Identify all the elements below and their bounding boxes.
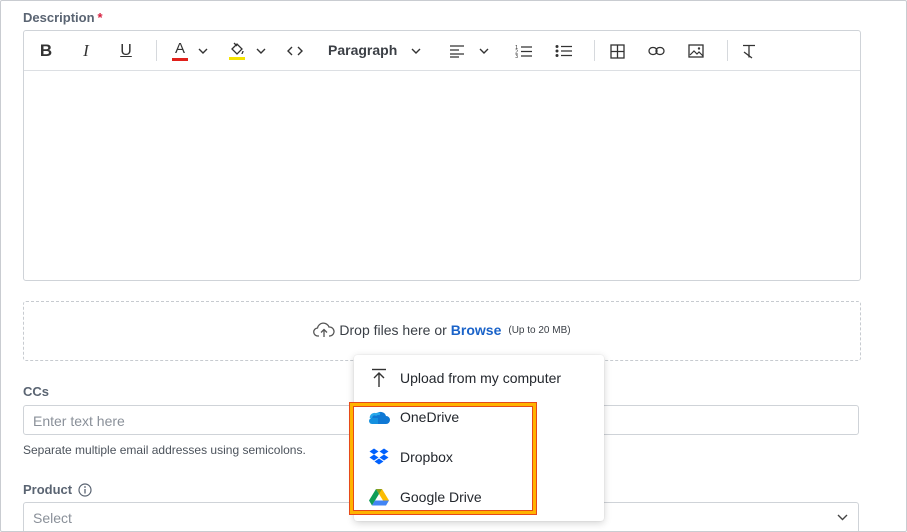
ccs-placeholder: Enter text here [33,413,125,429]
menu-item-upload-computer[interactable]: Upload from my computer [354,363,604,393]
link-button[interactable] [646,39,666,63]
paint-bucket-icon [231,42,244,55]
align-button[interactable] [447,39,467,63]
underline-button[interactable]: U [116,39,136,63]
text-color-swatch [172,58,188,61]
highlight-chevron-icon[interactable] [252,39,270,63]
clear-format-button[interactable] [739,39,759,63]
description-label: Description * [23,10,103,25]
required-mark: * [97,10,103,25]
browse-link[interactable]: Browse [451,322,502,338]
product-label-row: Product [23,482,92,497]
text-color-icon: A [174,40,185,57]
menu-item-label: Upload from my computer [400,370,562,386]
chevron-down-icon [837,514,848,521]
block-format-select[interactable]: Paragraph [328,42,397,58]
menu-item-onedrive[interactable]: OneDrive [354,402,604,432]
ticket-form: Description * B I U A Paragraph 1 2 3 Dr… [0,0,907,532]
product-label: Product [23,482,73,497]
table-button[interactable] [607,39,627,63]
menu-item-google-drive[interactable]: Google Drive [354,482,604,512]
align-chevron-icon[interactable] [475,39,493,63]
highlight-color-button[interactable] [226,39,248,63]
code-icon [287,46,303,56]
bullet-list-button[interactable] [553,39,573,63]
text-color-chevron-icon[interactable] [194,39,212,63]
numbered-list-icon: 123 [515,45,532,58]
editor-toolbar: B I U A Paragraph 1 2 3 [24,31,860,71]
menu-item-label: OneDrive [400,409,460,425]
numbered-list-button[interactable]: 123 [513,39,533,63]
google-drive-icon [368,487,390,507]
toolbar-divider [727,40,728,61]
size-limit-text: (Up to 20 MB) [508,324,571,336]
italic-button[interactable]: I [76,39,96,63]
block-format-chevron-icon[interactable] [407,39,425,63]
dropzone-text: Drop files here or [339,322,447,338]
dropzone-text-row: Drop files here or Browse (Up to 20 MB) [24,322,860,338]
table-icon [609,43,625,59]
align-left-icon [450,44,464,58]
image-icon [688,44,704,58]
link-icon [647,46,665,56]
upload-icon [368,368,390,388]
cloud-upload-icon [313,322,336,337]
toolbar-divider [156,40,157,61]
bold-button[interactable]: B [36,39,56,63]
ccs-label: CCs [23,384,50,399]
description-editor: B I U A Paragraph 1 2 3 [23,30,861,281]
menu-item-label: Google Drive [400,489,482,505]
product-placeholder: Select [33,510,72,526]
file-dropzone[interactable]: Drop files here or Browse (Up to 20 MB) [23,301,861,361]
editor-content-area[interactable] [24,71,860,280]
upload-source-menu: Upload from my computer OneDrive Dropbox… [354,355,604,521]
text-color-button[interactable]: A [169,39,191,63]
code-button[interactable] [284,39,306,63]
toolbar-divider [594,40,595,61]
highlight-color-swatch [229,57,245,60]
bullet-list-icon [555,45,572,57]
onedrive-icon [368,407,390,427]
menu-item-label: Dropbox [400,449,453,465]
ccs-help-text: Separate multiple email addresses using … [23,443,306,457]
image-button[interactable] [686,39,706,63]
dropbox-icon [368,447,390,467]
menu-item-dropbox[interactable]: Dropbox [354,442,604,472]
svg-text:3: 3 [515,54,518,58]
clear-format-icon [743,44,755,59]
info-icon[interactable] [78,482,92,497]
